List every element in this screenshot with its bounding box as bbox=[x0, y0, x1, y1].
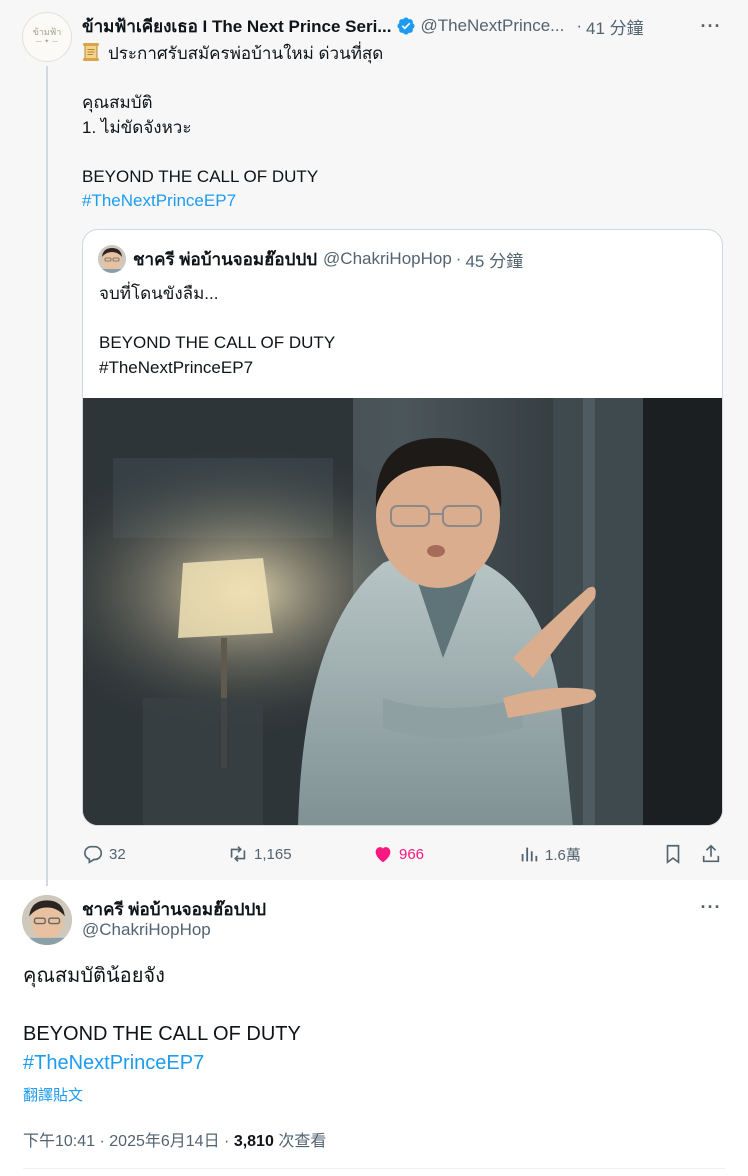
retweet-button[interactable]: 1,165 bbox=[227, 840, 292, 868]
tweet-line: BEYOND THE CALL OF DUTY bbox=[82, 166, 319, 186]
avatar-logo-subtext: — ✦ — bbox=[35, 39, 59, 45]
separator-dot: · bbox=[576, 16, 583, 35]
share-icon bbox=[702, 844, 720, 863]
tweet-line bbox=[82, 140, 722, 165]
views-button[interactable]: 1.6萬 bbox=[518, 840, 581, 868]
thread-connector-line bbox=[46, 66, 48, 886]
share-button[interactable] bbox=[700, 840, 727, 868]
tweet-date[interactable]: 2025年6月14日 bbox=[109, 1133, 219, 1150]
quoted-tweet-card[interactable]: ชาครี พ่อบ้านจอมฮ๊อปปป @ChakriHopHop · 4… bbox=[82, 229, 723, 826]
tweet-line bbox=[23, 991, 723, 1020]
more-horizontal-icon: ··· bbox=[700, 15, 722, 36]
separator-dot: · bbox=[455, 249, 462, 268]
reply-count: 32 bbox=[109, 845, 126, 863]
tweet-line: BEYOND THE CALL OF DUTY bbox=[99, 333, 336, 352]
tweet-text: คุณสมบัติน้อยจัง BEYOND THE CALL OF DUTY… bbox=[23, 962, 723, 1078]
more-options-button[interactable]: ··· bbox=[699, 895, 723, 919]
quoted-avatar[interactable] bbox=[98, 245, 126, 273]
tweet-line-text: ประกาศรับสมัครพ่อบ้านใหม่ ด่วนที่สุด bbox=[108, 44, 384, 63]
reply-button[interactable]: 32 bbox=[82, 840, 126, 868]
avatar-logo-text: ข้ามฟ้า bbox=[32, 28, 62, 38]
quoted-author-name[interactable]: ชาครี พ่อบ้านจอมฮ๊อปปป bbox=[133, 246, 317, 273]
tweet-line bbox=[82, 67, 722, 92]
photo-man-in-robe-image bbox=[83, 398, 722, 825]
tweet-line: คุณสมบัติน้อยจัง bbox=[23, 965, 165, 987]
heart-filled-icon bbox=[375, 847, 391, 863]
hashtag-link[interactable]: #TheNextPrinceEP7 bbox=[23, 1049, 723, 1078]
tweet-time[interactable]: 41 分鐘 bbox=[586, 14, 644, 39]
avatar[interactable]: ข้ามฟ้า — ✦ — bbox=[22, 12, 72, 62]
quoted-tweet-time[interactable]: 45 分鐘 bbox=[465, 247, 523, 272]
tweet-actions: 32 1,165 966 1.6萬 bbox=[82, 840, 732, 868]
retweet-icon bbox=[230, 846, 246, 862]
like-count: 966 bbox=[399, 845, 425, 863]
analytics-icon bbox=[521, 847, 538, 862]
quoted-tweet-header: ชาครี พ่อบ้านจอมฮ๊อปปป @ChakriHopHop · 4… bbox=[133, 246, 523, 273]
parent-tweet[interactable]: ข้ามฟ้า — ✦ — ข้ามฟ้าเคียงเธอ I The Next… bbox=[0, 0, 748, 886]
views-count: 1.6萬 bbox=[545, 846, 581, 864]
bookmark-button[interactable] bbox=[662, 840, 689, 868]
person-avatar-image bbox=[98, 245, 126, 273]
reply-icon bbox=[84, 845, 103, 864]
author-name[interactable]: ข้ามฟ้าเคียงเธอ I The Next Prince Seri..… bbox=[82, 13, 391, 40]
tweet-header: ข้ามฟ้าเคียงเธอ I The Next Prince Seri..… bbox=[82, 14, 732, 38]
author-handle[interactable]: @TheNextPrince... bbox=[420, 16, 564, 36]
person-avatar-image bbox=[22, 895, 72, 945]
tweet-line: จบที่โดนขังลืม... bbox=[99, 284, 219, 303]
divider bbox=[23, 1168, 725, 1169]
tweet-text: ประกาศรับสมัครพ่อบ้านใหม่ ด่วนที่สุด คุณ… bbox=[82, 42, 722, 214]
translate-post-link[interactable]: 翻譯貼文 bbox=[23, 1084, 83, 1105]
tweet-time[interactable]: 下午10:41 bbox=[23, 1133, 95, 1150]
more-horizontal-icon: ··· bbox=[700, 896, 722, 917]
tweet-line: 1. ไม่ขัดจังหวะ bbox=[82, 117, 192, 137]
avatar[interactable] bbox=[22, 895, 72, 945]
retweet-count: 1,165 bbox=[254, 845, 292, 863]
quoted-author-handle[interactable]: @ChakriHopHop bbox=[323, 249, 452, 269]
tweet-line: ประกาศรับสมัครพ่อบ้านใหม่ ด่วนที่สุด bbox=[82, 42, 722, 67]
like-button[interactable]: 966 bbox=[372, 840, 424, 868]
views-label: 次查看 bbox=[278, 1133, 327, 1150]
more-options-button[interactable]: ··· bbox=[699, 14, 723, 38]
tweet-line: BEYOND THE CALL OF DUTY bbox=[23, 1023, 301, 1045]
hashtag-link[interactable]: #TheNextPrinceEP7 bbox=[82, 189, 722, 214]
tweet-metadata: 下午10:41 · 2025年6月14日 · 3,810 次查看 bbox=[23, 1127, 326, 1151]
tweet-line: #TheNextPrinceEP7 bbox=[99, 357, 254, 377]
separator-dot: · bbox=[224, 1133, 234, 1150]
author-handle[interactable]: @ChakriHopHop bbox=[82, 920, 211, 940]
quoted-tweet-image[interactable] bbox=[83, 398, 722, 825]
scroll-emoji-icon bbox=[83, 43, 99, 61]
author-name[interactable]: ชาครี พ่อบ้านจอมฮ๊อปปป bbox=[82, 896, 266, 923]
views-count: 3,810 bbox=[233, 1133, 274, 1150]
bookmark-icon bbox=[666, 844, 680, 864]
separator-dot: · bbox=[99, 1133, 110, 1150]
tweet-line bbox=[99, 307, 699, 332]
quoted-tweet-text: จบที่โดนขังลืม... BEYOND THE CALL OF DUT… bbox=[99, 282, 699, 380]
tweet-line: คุณสมบัติ bbox=[82, 93, 153, 112]
verified-badge-icon bbox=[397, 17, 416, 35]
